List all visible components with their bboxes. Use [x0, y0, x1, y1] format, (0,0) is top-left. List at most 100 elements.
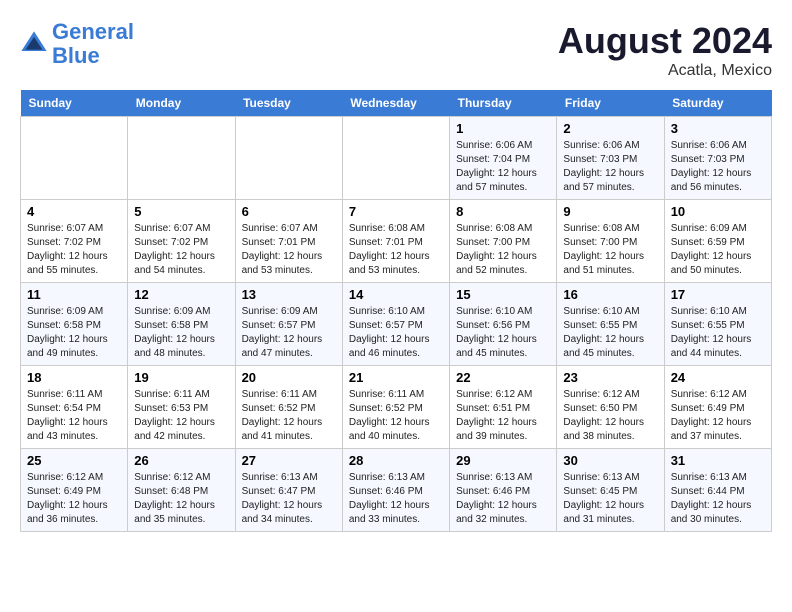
day-info: Sunrise: 6:09 AMSunset: 6:58 PMDaylight:… — [134, 305, 228, 361]
logo-line2: Blue — [52, 43, 100, 68]
weekday-header-thursday: Thursday — [450, 90, 557, 117]
weekday-header-sunday: Sunday — [21, 90, 128, 117]
logo-icon — [20, 30, 48, 58]
day-cell: 14 Sunrise: 6:10 AMSunset: 6:57 PMDayligh… — [342, 283, 449, 366]
day-cell: 24Sunrise: 6:12 AMSunset: 6:49 PMDayligh… — [664, 366, 771, 449]
title-block: August 2024 Acatla, Mexico — [558, 20, 772, 80]
day-number: 15 — [456, 287, 550, 302]
day-cell: 6 Sunrise: 6:07 AMSunset: 7:01 PMDaylight… — [235, 200, 342, 283]
month-title: August 2024 — [558, 20, 772, 62]
day-cell: 18 Sunrise: 6:11 AMSunset: 6:54 PMDayligh… — [21, 366, 128, 449]
day-cell: 9 Sunrise: 6:08 AMSunset: 7:00 PMDaylight… — [557, 200, 664, 283]
weekday-header-friday: Friday — [557, 90, 664, 117]
day-info: Sunrise: 6:12 AMSunset: 6:51 PMDaylight:… — [456, 388, 550, 444]
day-info: Sunrise: 6:11 AMSunset: 6:54 PMDaylight:… — [27, 388, 121, 444]
day-number: 14 — [349, 287, 443, 302]
day-cell — [342, 117, 449, 200]
day-number: 28 — [349, 453, 443, 468]
day-cell: 8Sunrise: 6:08 AMSunset: 7:00 PMDaylight… — [450, 200, 557, 283]
week-row-1: 1 Sunrise: 6:06 AMSunset: 7:04 PMDaylight… — [21, 117, 772, 200]
location: Acatla, Mexico — [558, 62, 772, 80]
day-number: 18 — [27, 370, 121, 385]
day-info: Sunrise: 6:10 AMSunset: 6:55 PMDaylight:… — [671, 305, 765, 361]
day-number: 29 — [456, 453, 550, 468]
day-number: 26 — [134, 453, 228, 468]
day-cell: 11 Sunrise: 6:09 AMSunset: 6:58 PMDayligh… — [21, 283, 128, 366]
day-number: 11 — [27, 287, 121, 302]
day-cell — [21, 117, 128, 200]
day-number: 7 — [349, 204, 443, 219]
day-cell: 31Sunrise: 6:13 AMSunset: 6:44 PMDayligh… — [664, 449, 771, 532]
day-number: 13 — [242, 287, 336, 302]
day-number: 8 — [456, 204, 550, 219]
day-info: Sunrise: 6:12 AMSunset: 6:48 PMDaylight:… — [134, 471, 228, 527]
day-info: Sunrise: 6:11 AMSunset: 6:53 PMDaylight:… — [134, 388, 228, 444]
weekday-header-tuesday: Tuesday — [235, 90, 342, 117]
day-info: Sunrise: 6:08 AMSunset: 7:01 PMDaylight:… — [349, 222, 443, 278]
day-cell: 27Sunrise: 6:13 AMSunset: 6:47 PMDayligh… — [235, 449, 342, 532]
day-cell: 4 Sunrise: 6:07 AMSunset: 7:02 PMDaylight… — [21, 200, 128, 283]
day-cell: 5Sunrise: 6:07 AMSunset: 7:02 PMDaylight… — [128, 200, 235, 283]
day-info: Sunrise: 6:06 AMSunset: 7:04 PMDaylight:… — [456, 139, 550, 195]
day-number: 12 — [134, 287, 228, 302]
day-cell: 26 Sunrise: 6:12 AMSunset: 6:48 PMDayligh… — [128, 449, 235, 532]
day-cell: 1 Sunrise: 6:06 AMSunset: 7:04 PMDaylight… — [450, 117, 557, 200]
logo-line1: General — [52, 19, 134, 44]
day-number: 3 — [671, 121, 765, 136]
week-row-2: 4 Sunrise: 6:07 AMSunset: 7:02 PMDaylight… — [21, 200, 772, 283]
day-number: 4 — [27, 204, 121, 219]
day-info: Sunrise: 6:12 AMSunset: 6:49 PMDaylight:… — [671, 388, 765, 444]
day-cell: 19 Sunrise: 6:11 AMSunset: 6:53 PMDayligh… — [128, 366, 235, 449]
day-info: Sunrise: 6:13 AMSunset: 6:44 PMDaylight:… — [671, 471, 765, 527]
day-info: Sunrise: 6:11 AMSunset: 6:52 PMDaylight:… — [349, 388, 443, 444]
day-cell: 12 Sunrise: 6:09 AMSunset: 6:58 PMDayligh… — [128, 283, 235, 366]
day-info: Sunrise: 6:06 AMSunset: 7:03 PMDaylight:… — [671, 139, 765, 195]
weekday-header-monday: Monday — [128, 90, 235, 117]
day-info: Sunrise: 6:10 AMSunset: 6:57 PMDaylight:… — [349, 305, 443, 361]
day-number: 9 — [563, 204, 657, 219]
day-info: Sunrise: 6:08 AMSunset: 7:00 PMDaylight:… — [563, 222, 657, 278]
header: General Blue August 2024 Acatla, Mexico — [20, 20, 772, 80]
day-info: Sunrise: 6:12 AMSunset: 6:49 PMDaylight:… — [27, 471, 121, 527]
day-info: Sunrise: 6:09 AMSunset: 6:58 PMDaylight:… — [27, 305, 121, 361]
day-number: 17 — [671, 287, 765, 302]
day-cell: 3 Sunrise: 6:06 AMSunset: 7:03 PMDaylight… — [664, 117, 771, 200]
day-number: 30 — [563, 453, 657, 468]
day-info: Sunrise: 6:12 AMSunset: 6:50 PMDaylight:… — [563, 388, 657, 444]
weekday-header-saturday: Saturday — [664, 90, 771, 117]
day-number: 25 — [27, 453, 121, 468]
day-number: 1 — [456, 121, 550, 136]
day-info: Sunrise: 6:07 AMSunset: 7:02 PMDaylight:… — [27, 222, 121, 278]
day-info: Sunrise: 6:09 AMSunset: 6:59 PMDaylight:… — [671, 222, 765, 278]
week-row-4: 18 Sunrise: 6:11 AMSunset: 6:54 PMDayligh… — [21, 366, 772, 449]
day-number: 10 — [671, 204, 765, 219]
day-cell: 22 Sunrise: 6:12 AMSunset: 6:51 PMDayligh… — [450, 366, 557, 449]
logo-text: General Blue — [52, 20, 134, 68]
day-cell — [235, 117, 342, 200]
day-info: Sunrise: 6:09 AMSunset: 6:57 PMDaylight:… — [242, 305, 336, 361]
day-cell: 13 Sunrise: 6:09 AMSunset: 6:57 PMDayligh… — [235, 283, 342, 366]
day-info: Sunrise: 6:10 AMSunset: 6:55 PMDaylight:… — [563, 305, 657, 361]
day-info: Sunrise: 6:11 AMSunset: 6:52 PMDaylight:… — [242, 388, 336, 444]
day-cell: 29Sunrise: 6:13 AMSunset: 6:46 PMDayligh… — [450, 449, 557, 532]
day-info: Sunrise: 6:13 AMSunset: 6:47 PMDaylight:… — [242, 471, 336, 527]
day-number: 20 — [242, 370, 336, 385]
day-info: Sunrise: 6:07 AMSunset: 7:01 PMDaylight:… — [242, 222, 336, 278]
day-cell: 20 Sunrise: 6:11 AMSunset: 6:52 PMDayligh… — [235, 366, 342, 449]
day-number: 22 — [456, 370, 550, 385]
day-cell: 28Sunrise: 6:13 AMSunset: 6:46 PMDayligh… — [342, 449, 449, 532]
day-cell: 16Sunrise: 6:10 AMSunset: 6:55 PMDayligh… — [557, 283, 664, 366]
calendar-table: SundayMondayTuesdayWednesdayThursdayFrid… — [20, 90, 772, 532]
day-number: 6 — [242, 204, 336, 219]
day-info: Sunrise: 6:13 AMSunset: 6:45 PMDaylight:… — [563, 471, 657, 527]
day-number: 2 — [563, 121, 657, 136]
day-number: 21 — [349, 370, 443, 385]
weekday-header-wednesday: Wednesday — [342, 90, 449, 117]
day-number: 19 — [134, 370, 228, 385]
day-cell: 23 Sunrise: 6:12 AMSunset: 6:50 PMDayligh… — [557, 366, 664, 449]
day-number: 5 — [134, 204, 228, 219]
day-number: 23 — [563, 370, 657, 385]
day-info: Sunrise: 6:10 AMSunset: 6:56 PMDaylight:… — [456, 305, 550, 361]
day-info: Sunrise: 6:06 AMSunset: 7:03 PMDaylight:… — [563, 139, 657, 195]
day-cell: 15 Sunrise: 6:10 AMSunset: 6:56 PMDayligh… — [450, 283, 557, 366]
